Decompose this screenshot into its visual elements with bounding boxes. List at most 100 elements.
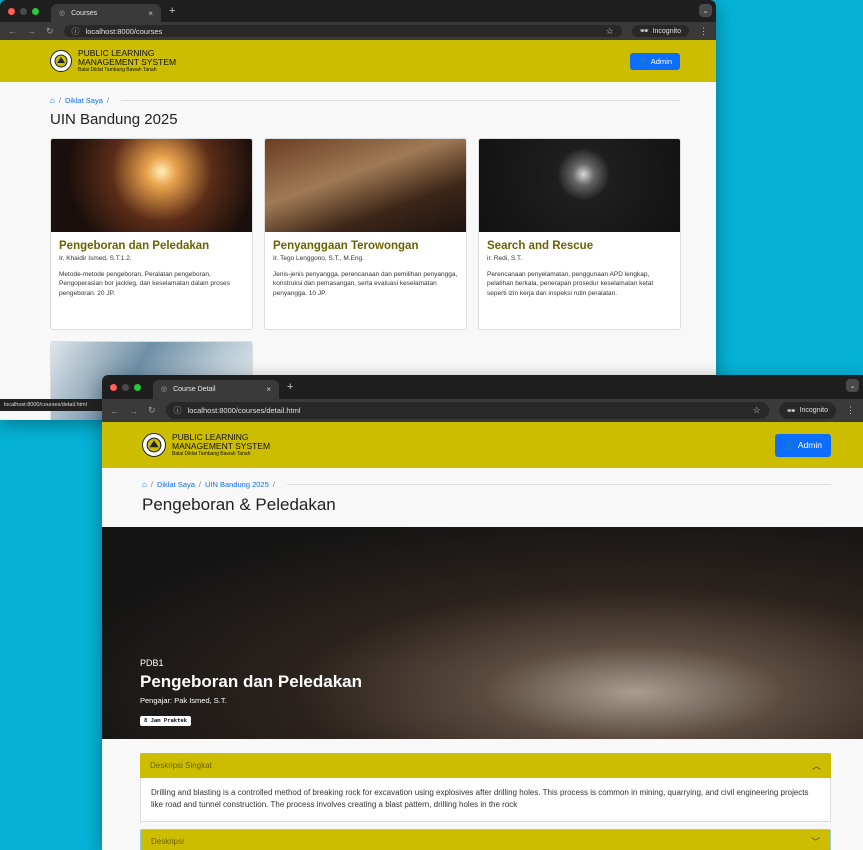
hero-teacher: Pengajar: Pak Ismed, S.T.	[140, 696, 227, 705]
breadcrumb-divider	[120, 100, 680, 101]
bookmark-star-icon[interactable]: ☆	[753, 405, 761, 416]
site-header: PUBLIC LEARNING MANAGEMENT SYSTEM Balai …	[0, 40, 716, 82]
close-window-button[interactable]	[110, 383, 117, 391]
close-window-button[interactable]	[8, 7, 15, 15]
new-tab-button[interactable]: +	[161, 5, 183, 17]
course-card[interactable]: Search and Rescue ir. Redi, S.T. Perenca…	[478, 138, 681, 330]
accordion-header-short-description[interactable]: Deskripsi Singkat ︿	[140, 753, 831, 778]
tab-strip: ◎ Courses × + ⌄	[0, 0, 716, 22]
close-icon[interactable]: ×	[266, 385, 271, 394]
incognito-badge[interactable]: 🕶 Incognito	[631, 24, 689, 38]
address-bar-row: ← → ↻ ⓘ localhost:8000/courses/detail.ht…	[102, 399, 863, 422]
url-field[interactable]: ⓘ localhost:8000/courses ☆	[63, 24, 622, 38]
home-icon[interactable]: ⌂	[142, 480, 147, 489]
maximize-window-button[interactable]	[134, 383, 141, 391]
course-teacher: ir. Redi, S.T.	[487, 255, 523, 262]
course-hero-banner: PDB1 Pengeboran dan Peledakan Pengajar: …	[102, 527, 863, 739]
breadcrumb-item[interactable]: Diklat Saya	[65, 96, 103, 105]
course-image	[265, 139, 466, 232]
incognito-icon: 🕶	[639, 28, 649, 35]
tab-title: Courses	[71, 9, 98, 17]
info-icon[interactable]: ⓘ	[72, 26, 80, 37]
home-icon[interactable]: ⌂	[50, 96, 55, 105]
tab-strip: ◎ Course Detail × + ⌄	[102, 375, 863, 399]
admin-button[interactable]: 👤 Admin	[630, 52, 680, 70]
brand-line-2: MANAGEMENT SYSTEM	[172, 440, 271, 451]
accordion-header-description[interactable]: Deskripsi ﹀	[140, 829, 831, 850]
reload-icon[interactable]: ↻	[148, 405, 156, 416]
detail-content: ⌂ / Diklat Saya / UIN Bandung 2025 / Pen…	[102, 468, 863, 515]
chevron-down-icon: ﹀	[810, 837, 820, 847]
back-arrow-icon[interactable]: ←	[110, 406, 119, 416]
breadcrumb-divider	[286, 484, 831, 485]
forward-arrow-icon[interactable]: →	[129, 406, 138, 416]
tab-title: Course Detail	[173, 385, 216, 393]
link-status-bar: localhost:8000/courses/detail.html	[0, 399, 102, 411]
tab-courses[interactable]: ◎ Courses ×	[51, 4, 161, 22]
browser-window-detail: ◎ Course Detail × + ⌄ ← → ↻ ⓘ localhost:…	[102, 375, 863, 850]
admin-label: Admin	[650, 56, 672, 66]
accordion: Deskripsi Singkat ︿ Drilling and blastin…	[102, 739, 863, 850]
close-icon[interactable]: ×	[148, 9, 153, 18]
hero-title: Pengeboran dan Peledakan	[140, 672, 363, 691]
window-controls	[0, 0, 47, 22]
course-teacher: Ir. Tego Lenggono, S.T., M.Eng.	[273, 255, 364, 262]
hours-badge: 8 Jam Praktek	[140, 716, 192, 726]
url-text: localhost:8000/courses/detail.html	[187, 406, 301, 415]
info-icon[interactable]: ⓘ	[174, 405, 182, 416]
forward-arrow-icon[interactable]: →	[27, 26, 36, 36]
address-bar-row: ← → ↻ ⓘ localhost:8000/courses ☆ 🕶 Incog…	[0, 22, 716, 40]
course-code: PDB1	[140, 658, 164, 668]
page-title: Pengeboran & Peledakan	[142, 495, 336, 514]
brand[interactable]: PUBLIC LEARNING MANAGEMENT SYSTEM Balai …	[50, 49, 176, 73]
site-header: PUBLIC LEARNING MANAGEMENT SYSTEM Balai …	[102, 422, 863, 468]
bookmark-star-icon[interactable]: ☆	[606, 26, 614, 37]
browser-window-courses: ◎ Courses × + ⌄ ← → ↻ ⓘ localhost:8000/c…	[0, 0, 716, 420]
minimize-window-button[interactable]	[122, 383, 129, 391]
incognito-badge[interactable]: 🕶 Incognito	[778, 402, 836, 419]
courses-content: ⌂ / Diklat Saya / UIN Bandung 2025 Penge…	[0, 82, 716, 420]
course-card[interactable]: Penyanggaan Terowongan Ir. Tego Lenggono…	[264, 138, 467, 330]
admin-label: Admin	[797, 440, 822, 450]
globe-icon: ◎	[161, 386, 168, 394]
breadcrumb: ⌂ / Diklat Saya / UIN Bandung 2025 /	[142, 480, 831, 489]
minimize-window-button[interactable]	[20, 7, 27, 15]
new-tab-button[interactable]: +	[279, 381, 301, 393]
browser-menu-icon[interactable]: ⋮	[699, 26, 708, 37]
reload-icon[interactable]: ↻	[46, 26, 54, 37]
browser-menu-icon[interactable]: ⋮	[846, 405, 855, 416]
tab-course-detail[interactable]: ◎ Course Detail ×	[153, 379, 279, 399]
url-text: localhost:8000/courses	[85, 26, 163, 36]
maximize-window-button[interactable]	[32, 7, 39, 15]
url-field[interactable]: ⓘ localhost:8000/courses/detail.html ☆	[165, 402, 769, 419]
brand[interactable]: PUBLIC LEARNING MANAGEMENT SYSTEM Balai …	[142, 433, 270, 457]
brand-line-2: MANAGEMENT SYSTEM	[78, 56, 177, 67]
breadcrumb-item[interactable]: UIN Bandung 2025	[205, 480, 269, 489]
window-controls	[102, 375, 149, 399]
admin-button[interactable]: 👤 Admin	[775, 433, 831, 457]
incognito-icon: 🕶	[786, 407, 796, 415]
tab-search-icon[interactable]: ⌄	[846, 379, 859, 392]
chevron-up-icon: ︿	[811, 761, 821, 771]
course-description: Perencanaan penyelamatan, penggunaan APD…	[487, 271, 654, 297]
user-icon: 👤	[638, 56, 648, 66]
user-icon: 👤	[784, 439, 795, 450]
course-title: Search and Rescue	[487, 240, 594, 252]
course-title: Pengeboran dan Peledakan	[59, 240, 210, 252]
breadcrumb: ⌂ / Diklat Saya /	[50, 96, 680, 105]
accordion-body: Drilling and blasting is a controlled me…	[140, 778, 831, 822]
hero-overlay: PDB1 Pengeboran dan Peledakan Pengajar: …	[140, 658, 362, 727]
incognito-label: Incognito	[799, 407, 828, 414]
accordion-title: Deskripsi	[151, 837, 184, 846]
logo-icon	[50, 50, 72, 72]
course-image	[479, 139, 680, 232]
course-image	[51, 139, 252, 232]
breadcrumb-item[interactable]: Diklat Saya	[157, 480, 195, 489]
accordion-title: Deskripsi Singkat	[150, 761, 212, 770]
tab-search-icon[interactable]: ⌄	[699, 4, 712, 17]
logo-icon	[142, 433, 166, 457]
brand-line-3: Balai Diklat Tambang Bawah Tanah	[78, 66, 157, 73]
course-card[interactable]: Pengeboran dan Peledakan Ir. Khaidir Ism…	[50, 138, 253, 330]
page-title: UIN Bandung 2025	[50, 111, 178, 128]
back-arrow-icon[interactable]: ←	[8, 26, 17, 36]
